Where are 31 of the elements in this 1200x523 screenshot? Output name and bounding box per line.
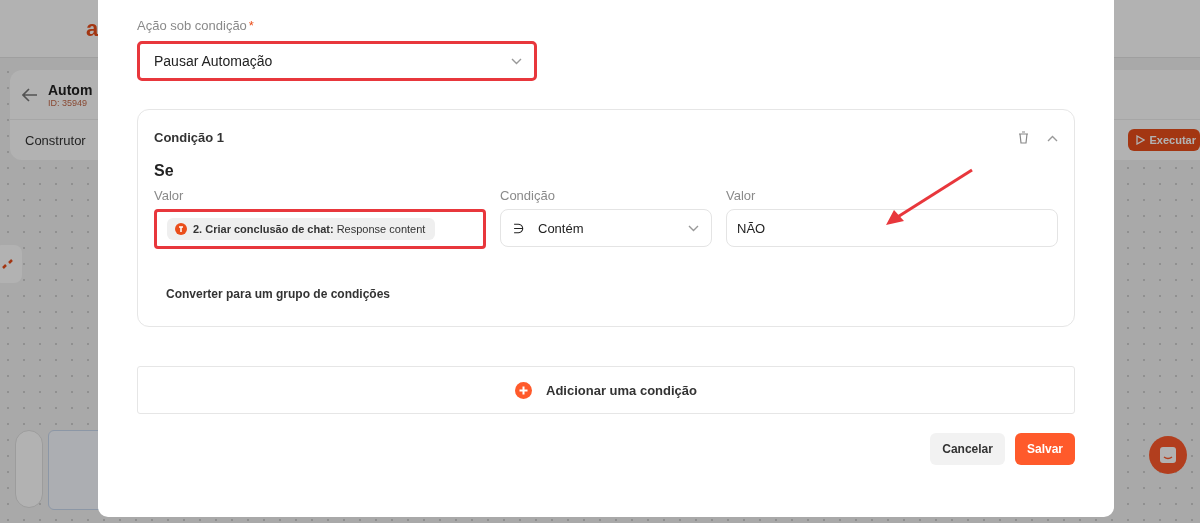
logo: a [86, 15, 99, 42]
value-input[interactable]: NÃO [726, 209, 1058, 247]
chevron-icon [1047, 135, 1058, 142]
chevron-down-icon [511, 57, 522, 65]
value-field[interactable]: 2. Criar conclusão de chat: Response content [154, 209, 486, 249]
chevron-down-icon [688, 224, 699, 232]
builder-tab[interactable]: Construtor [25, 132, 86, 148]
field-label: Valor [154, 188, 185, 203]
trash-icon[interactable] [1018, 130, 1029, 144]
back-arrow-icon[interactable] [22, 87, 38, 102]
condition-title: Condição 1 [154, 129, 225, 145]
automation-id: ID: 35949 [48, 97, 89, 108]
field-label: Condição [500, 188, 556, 203]
convert-link[interactable]: Converter para um grupo de condições [166, 287, 391, 301]
field-label: Valor [726, 188, 757, 203]
dashes-icon [2, 259, 14, 269]
if-label: Se [154, 162, 175, 180]
action-select[interactable]: Pausar Automação [137, 41, 537, 81]
condition-select[interactable]: ∋ Contém [500, 209, 712, 247]
plus-icon [515, 381, 532, 399]
variable-chip[interactable]: 2. Criar conclusão de chat: Response content [167, 218, 436, 240]
add-condition-button[interactable]: Adicionar uma condição [137, 366, 1075, 414]
required-mark: * [248, 18, 254, 33]
cancel-button[interactable]: Cancelar [930, 433, 1005, 465]
variable-icon [175, 223, 187, 235]
field-label: Ação sob condição [137, 18, 247, 33]
tool-button[interactable] [0, 245, 22, 283]
chat-button[interactable] [1149, 436, 1187, 474]
automation-title: Autom [48, 81, 93, 98]
play-icon [1135, 135, 1145, 145]
chat-icon [1159, 446, 1177, 464]
